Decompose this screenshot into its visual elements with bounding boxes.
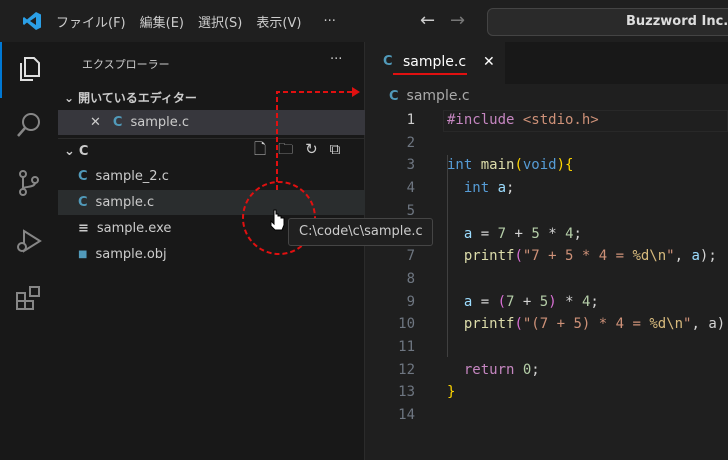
file-path-tooltip: C:\code\c\sample.c bbox=[288, 218, 433, 246]
annotation-arrow-line bbox=[276, 91, 352, 190]
annotation-arrow-head bbox=[352, 87, 360, 97]
hand-cursor-icon bbox=[270, 209, 285, 231]
